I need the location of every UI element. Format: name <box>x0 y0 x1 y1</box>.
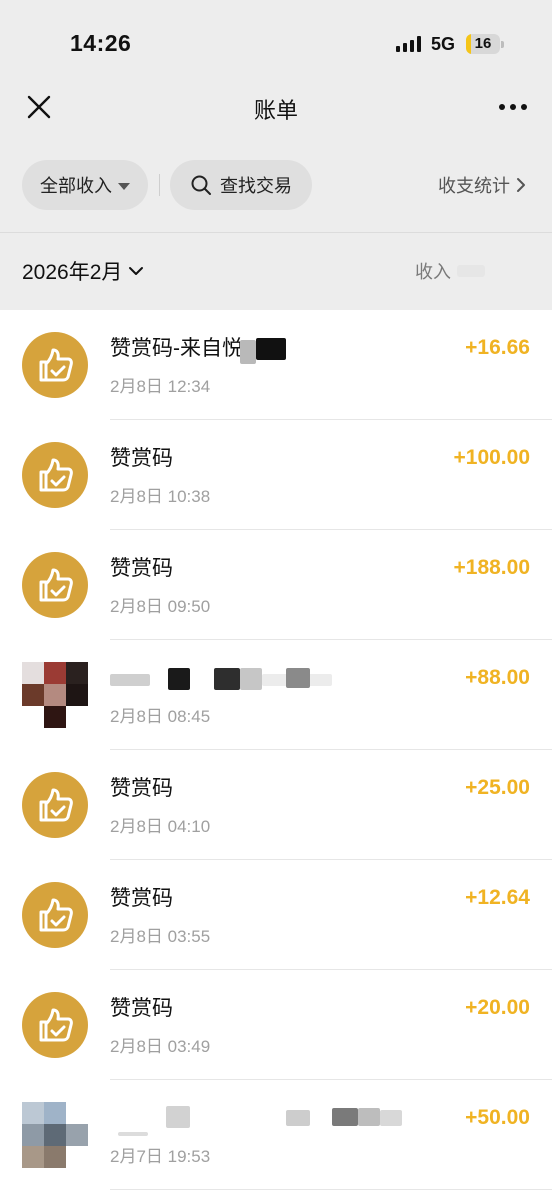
battery-icon: 16 <box>466 34 500 54</box>
transaction-time: 2月8日 03:49 <box>110 1037 211 1056</box>
battery-cap <box>501 41 504 48</box>
income-filter-dropdown[interactable]: 全部收入 <box>22 160 148 210</box>
transaction-time: 2月8日 03:55 <box>110 927 211 946</box>
transaction-title: 赞赏码 <box>110 997 173 1020</box>
redacted-text <box>110 674 150 686</box>
transaction-row[interactable]: 2月8日 08:45 +88.00 <box>0 640 552 750</box>
redacted-text <box>256 338 286 360</box>
transaction-row[interactable]: 赞赏码 2月8日 03:49 +20.00 <box>0 970 552 1080</box>
income-label: 收入 <box>415 262 451 282</box>
transaction-amount: +12.64 <box>465 886 530 909</box>
reward-icon <box>22 772 88 838</box>
transaction-title: 赞赏码 <box>110 447 173 470</box>
filter-divider <box>159 174 160 196</box>
redacted-text <box>380 1110 402 1126</box>
redacted-text <box>168 668 190 690</box>
reward-icon <box>22 442 88 508</box>
transaction-amount: +100.00 <box>453 446 531 469</box>
status-time: 14:26 <box>70 30 132 56</box>
transaction-row[interactable]: 赞赏码-来自悦 2月8日 12:34 +16.66 <box>0 310 552 420</box>
more-icon <box>499 104 527 110</box>
transaction-title: 赞赏码 <box>110 557 173 580</box>
transaction-title: 赞赏码 <box>110 777 173 800</box>
header-divider <box>0 232 552 233</box>
redacted-text <box>214 668 240 690</box>
transaction-title: 赞赏码 <box>110 887 173 910</box>
transaction-amount: +88.00 <box>465 666 530 689</box>
transaction-time: 2月7日 19:53 <box>110 1147 211 1166</box>
network-label: 5G <box>431 34 456 54</box>
month-label: 2026年2月 <box>22 261 123 284</box>
search-icon <box>191 175 211 195</box>
transaction-time: 2月8日 10:38 <box>110 487 211 506</box>
row-divider <box>110 1189 552 1190</box>
reward-icon <box>22 992 88 1058</box>
income-filter-label: 全部收入 <box>40 176 112 196</box>
transaction-row[interactable]: 赞赏码 2月8日 03:55 +12.64 <box>0 860 552 970</box>
transaction-title: 赞赏码-来自悦 <box>110 337 243 360</box>
transaction-row[interactable]: 赞赏码 2月8日 09:50 +188.00 <box>0 530 552 640</box>
reward-icon <box>22 332 88 398</box>
chevron-down-icon <box>129 267 144 275</box>
redacted-text <box>286 1110 310 1126</box>
page-title: 账单 <box>253 98 298 123</box>
transaction-amount: +16.66 <box>465 336 530 359</box>
transaction-time: 2月8日 09:50 <box>110 597 211 616</box>
transaction-time: 2月8日 04:10 <box>110 817 211 836</box>
redacted-text <box>240 668 262 690</box>
redacted-text <box>358 1108 380 1126</box>
search-label: 查找交易 <box>220 176 292 196</box>
month-picker[interactable]: 2026年2月 <box>22 256 144 286</box>
transaction-row[interactable]: 赞赏码 2月8日 04:10 +25.00 <box>0 750 552 860</box>
battery-level: 16 <box>474 35 492 52</box>
more-button[interactable] <box>496 94 530 120</box>
redacted-text <box>286 668 310 688</box>
user-avatar <box>22 662 88 728</box>
stats-label: 收支统计 <box>438 176 510 196</box>
redacted-text <box>118 1132 148 1136</box>
transaction-amount: +20.00 <box>465 996 530 1019</box>
transaction-row[interactable]: 赞赏码 2月8日 10:38 +100.00 <box>0 420 552 530</box>
signal-icon <box>396 36 422 52</box>
user-avatar <box>22 1102 88 1168</box>
transaction-time: 2月8日 08:45 <box>110 707 211 726</box>
reward-icon <box>22 552 88 618</box>
transaction-amount: +50.00 <box>465 1106 530 1129</box>
chevron-right-icon <box>517 178 525 192</box>
transaction-list: 赞赏码-来自悦 2月8日 12:34 +16.66 赞赏码 2月8日 10:38… <box>0 310 552 1190</box>
transaction-amount: +188.00 <box>453 556 531 579</box>
income-summary: 收入 <box>415 258 485 284</box>
redacted-text <box>240 340 256 364</box>
transaction-row[interactable]: 2月7日 19:53 +50.00 <box>0 1080 552 1190</box>
reward-icon <box>22 882 88 948</box>
transaction-amount: +25.00 <box>465 776 530 799</box>
redacted-text <box>166 1106 190 1128</box>
blurred-income-total <box>457 265 485 277</box>
dropdown-triangle-icon <box>118 182 130 190</box>
search-transactions-button[interactable]: 查找交易 <box>170 160 312 210</box>
stats-link[interactable]: 收支统计 <box>438 172 526 198</box>
transaction-time: 2月8日 12:34 <box>110 377 211 396</box>
redacted-text <box>332 1108 358 1126</box>
